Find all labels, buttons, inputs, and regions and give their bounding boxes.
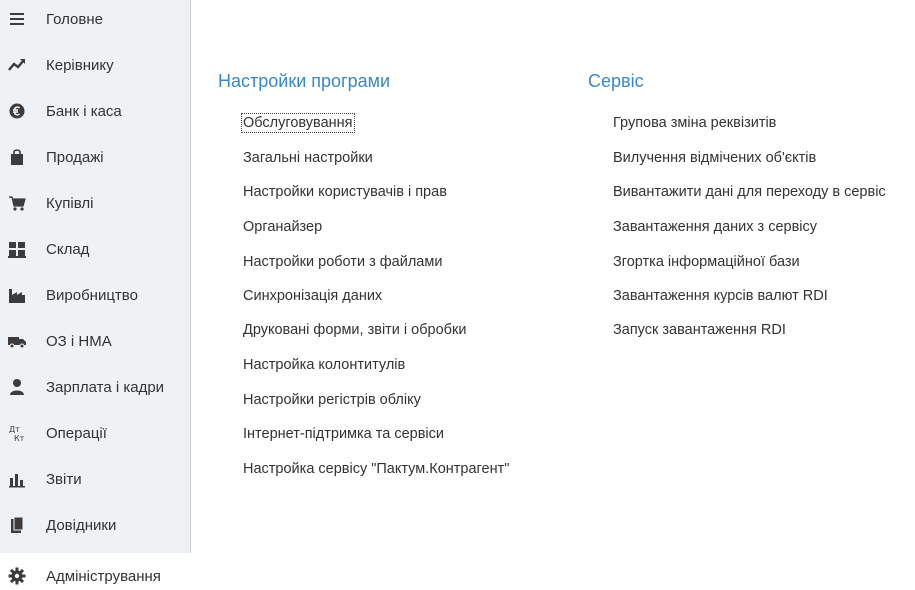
sidebar-item-warehouse[interactable]: Склад bbox=[0, 226, 190, 272]
sidebar-item-label: Довідники bbox=[46, 516, 117, 534]
sidebar-item-label: Зарплата і кадри bbox=[46, 378, 165, 396]
svg-text:Дт: Дт bbox=[9, 425, 20, 434]
sidebar-item-label: Адміністрування bbox=[46, 567, 161, 585]
sidebar-item-label: Виробництво bbox=[46, 286, 138, 304]
person-icon bbox=[8, 378, 26, 396]
menu-lines-icon bbox=[8, 10, 26, 28]
sidebar-item-label: Звіти bbox=[46, 470, 82, 488]
sidebar-item-operations[interactable]: Дт Кт Операції bbox=[0, 410, 190, 456]
link-rdi-rates-import[interactable]: Завантаження курсів валют RDI bbox=[613, 288, 828, 304]
link-internet-support[interactable]: Інтернет-підтримка та сервіси bbox=[243, 426, 444, 442]
link-delete-marked[interactable]: Вилучення відмічених об'єктів bbox=[613, 150, 816, 166]
link-user-rights-settings[interactable]: Настройки користувачів і прав bbox=[243, 184, 447, 200]
link-infobase-rollup[interactable]: Згортка інформаційної бази bbox=[613, 254, 800, 270]
link-general-settings[interactable]: Загальні настройки bbox=[243, 150, 373, 166]
sidebar-item-bank[interactable]: Банк і каса bbox=[0, 88, 190, 134]
link-rdi-import-start[interactable]: Запуск завантаження RDI bbox=[613, 322, 786, 338]
factory-icon bbox=[8, 286, 26, 304]
link-print-forms[interactable]: Друковані форми, звіти і обробки bbox=[243, 322, 466, 338]
sidebar-item-label: Операції bbox=[46, 424, 107, 442]
bar-chart-icon bbox=[8, 470, 26, 488]
book-icon bbox=[8, 516, 26, 534]
currency-coin-icon bbox=[8, 102, 26, 120]
sidebar-item-production[interactable]: Виробництво bbox=[0, 272, 190, 318]
sidebar-item-purchases[interactable]: Купівлі bbox=[0, 180, 190, 226]
sidebar-item-administration[interactable]: Адміністрування bbox=[0, 553, 191, 590]
link-maintenance[interactable]: Обслуговування bbox=[241, 113, 355, 133]
section-title-program-settings: Настройки програми bbox=[218, 71, 391, 91]
trend-chart-icon bbox=[8, 56, 26, 74]
link-export-to-service[interactable]: Вивантажити дані для переходу в сервіс bbox=[613, 184, 886, 200]
sidebar: Головне Керівнику Банк і каса Продажі Ку bbox=[0, 0, 191, 590]
sidebar-item-directories[interactable]: Довідники bbox=[0, 502, 190, 548]
link-headers-footers[interactable]: Настройка колонтитулів bbox=[243, 357, 405, 373]
truck-icon bbox=[8, 332, 26, 350]
sidebar-item-label: Банк і каса bbox=[46, 102, 122, 120]
sidebar-item-label: Купівлі bbox=[46, 194, 94, 212]
link-group-edit[interactable]: Групова зміна реквізитів bbox=[613, 115, 776, 131]
svg-text:Кт: Кт bbox=[14, 434, 25, 442]
section-title-service: Сервіс bbox=[588, 71, 644, 91]
sidebar-item-manager[interactable]: Керівнику bbox=[0, 42, 190, 88]
sidebar-item-label: Головне bbox=[46, 10, 103, 28]
debit-credit-icon: Дт Кт bbox=[8, 424, 26, 442]
sidebar-item-label: Склад bbox=[46, 240, 90, 258]
link-accounting-registers[interactable]: Настройки регістрів обліку bbox=[243, 392, 421, 408]
sidebar-item-fixed-assets[interactable]: ОЗ і НМА bbox=[0, 318, 190, 364]
gear-icon bbox=[8, 567, 26, 585]
sidebar-item-label: Продажі bbox=[46, 148, 104, 166]
sidebar-item-payroll[interactable]: Зарплата і кадри bbox=[0, 364, 190, 410]
sidebar-item-label: ОЗ і НМА bbox=[46, 332, 112, 350]
shopping-cart-icon bbox=[8, 194, 26, 212]
link-organizer[interactable]: Органайзер bbox=[243, 219, 322, 235]
link-file-settings[interactable]: Настройки роботи з файлами bbox=[243, 254, 442, 270]
link-data-sync[interactable]: Синхронізація даних bbox=[243, 288, 382, 304]
link-import-from-service[interactable]: Завантаження даних з сервісу bbox=[613, 219, 817, 235]
sidebar-item-label: Керівнику bbox=[46, 56, 114, 74]
sidebar-item-home[interactable]: Головне bbox=[0, 0, 190, 42]
link-paktum-service[interactable]: Настройка сервісу "Пактум.Контрагент" bbox=[243, 461, 509, 477]
sidebar-item-sales[interactable]: Продажі bbox=[0, 134, 190, 180]
app-window: Головне Керівнику Банк і каса Продажі Ку bbox=[0, 0, 915, 590]
sidebar-item-reports[interactable]: Звіти bbox=[0, 456, 190, 502]
shopping-bag-icon bbox=[8, 148, 26, 166]
warehouse-grid-icon bbox=[8, 240, 26, 258]
